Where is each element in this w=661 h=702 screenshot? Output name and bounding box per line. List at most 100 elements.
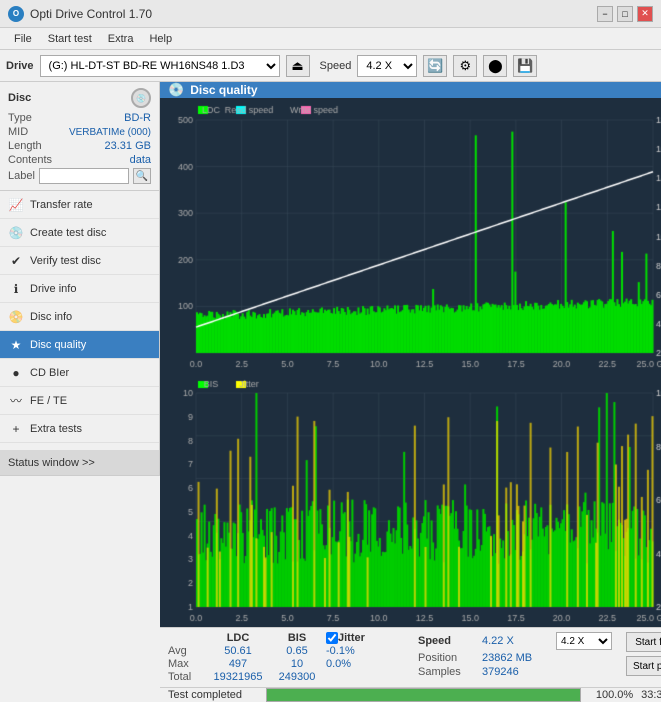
jitter-checkbox[interactable] — [326, 632, 338, 644]
sidebar-item-transfer-rate[interactable]: 📈 Transfer rate — [0, 191, 159, 219]
total-label: Total — [168, 671, 204, 683]
disc-label-button[interactable]: 🔍 — [133, 168, 151, 184]
close-button[interactable]: ✕ — [637, 6, 653, 22]
disc-icon: 💿 — [131, 88, 151, 108]
charts-container — [160, 98, 661, 627]
window-controls: − □ ✕ — [597, 6, 653, 22]
menubar: File Start test Extra Help — [0, 28, 661, 50]
save-button[interactable]: 💾 — [513, 55, 537, 77]
progress-time: 33:31 — [641, 689, 661, 701]
speed-display-select[interactable]: 4.2 X — [556, 632, 612, 650]
sidebar-label-verify-test-disc: Verify test disc — [30, 255, 101, 267]
app-icon: O — [8, 6, 24, 22]
disc-quality-title: Disc quality — [190, 83, 257, 97]
progress-fill — [267, 689, 580, 701]
menu-start-test[interactable]: Start test — [40, 31, 100, 47]
sidebar-label-fe-te: FE / TE — [30, 395, 67, 407]
mid-value: VERBATIMe (000) — [69, 127, 151, 138]
col-bis: BIS — [272, 632, 322, 644]
disc-quality-icon: ★ — [8, 337, 24, 353]
status-text: Test completed — [168, 689, 258, 701]
status-window-label: Status window >> — [8, 457, 95, 469]
sidebar-label-create-test-disc: Create test disc — [30, 227, 106, 239]
max-jitter: 0.0% — [326, 658, 406, 670]
bis-jitter-chart — [160, 373, 661, 627]
contents-value: data — [130, 154, 151, 166]
sidebar-label-disc-quality: Disc quality — [30, 339, 86, 351]
samples-label: Samples — [418, 666, 478, 678]
sidebar-item-disc-quality[interactable]: ★ Disc quality — [0, 331, 159, 359]
disc-section-label: Disc — [8, 92, 31, 104]
sidebar-item-fe-te[interactable]: 〰 FE / TE — [0, 387, 159, 415]
sidebar-item-extra-tests[interactable]: + Extra tests — [0, 415, 159, 443]
menu-help[interactable]: Help — [141, 31, 180, 47]
drive-select[interactable]: (G:) HL-DT-ST BD-RE WH16NS48 1.D3 — [40, 55, 280, 77]
ldc-chart — [160, 98, 661, 373]
disc-quality-header: 💿 Disc quality — [160, 82, 661, 98]
col-jitter: Jitter — [338, 632, 365, 644]
disc-label-input[interactable] — [39, 168, 129, 184]
samples-value: 379246 — [482, 666, 552, 678]
sidebar-label-extra-tests: Extra tests — [30, 423, 82, 435]
fe-te-icon: 〰 — [8, 393, 24, 409]
max-ldc: 497 — [208, 658, 268, 670]
sidebar-label-disc-info: Disc info — [30, 311, 72, 323]
status-window-button[interactable]: Status window >> — [0, 450, 159, 476]
col-speed: Speed — [418, 635, 478, 647]
menu-file[interactable]: File — [6, 31, 40, 47]
position-value: 23862 MB — [482, 652, 552, 664]
avg-jitter: -0.1% — [326, 645, 406, 657]
main-layout: Disc 💿 Type BD-R MID VERBATIMe (000) Len… — [0, 82, 661, 476]
drivebar: Drive (G:) HL-DT-ST BD-RE WH16NS48 1.D3 … — [0, 50, 661, 82]
total-ldc: 19321965 — [208, 671, 268, 683]
maximize-button[interactable]: □ — [617, 6, 633, 22]
speed-label: Speed — [320, 60, 352, 72]
position-label: Position — [418, 652, 478, 664]
max-label: Max — [168, 658, 204, 670]
sidebar-item-create-test-disc[interactable]: 💿 Create test disc — [0, 219, 159, 247]
avg-ldc: 50.61 — [208, 645, 268, 657]
refresh-button[interactable]: 🔄 — [423, 55, 447, 77]
length-value: 23.31 GB — [105, 140, 151, 152]
total-bis: 249300 — [272, 671, 322, 683]
sidebar-label-cd-bier: CD BIer — [30, 367, 69, 379]
disc-info-icon: 📀 — [8, 309, 24, 325]
eject-button[interactable]: ⏏ — [286, 55, 310, 77]
sidebar-item-cd-bier[interactable]: ● CD BIer — [0, 359, 159, 387]
sidebar-label-drive-info: Drive info — [30, 283, 76, 295]
record-button[interactable]: ⬤ — [483, 55, 507, 77]
col-ldc: LDC — [208, 632, 268, 644]
sidebar: Disc 💿 Type BD-R MID VERBATIMe (000) Len… — [0, 82, 160, 476]
drive-info-icon: ℹ — [8, 281, 24, 297]
contents-label: Contents — [8, 154, 52, 166]
sidebar-item-drive-info[interactable]: ℹ Drive info — [0, 275, 159, 303]
progress-bar-container: Test completed 100.0% 33:31 — [160, 687, 661, 702]
settings-button[interactable]: ⚙ — [453, 55, 477, 77]
speed-display: 4.22 X — [482, 635, 552, 647]
progress-track — [266, 688, 581, 702]
avg-label: Avg — [168, 645, 204, 657]
minimize-button[interactable]: − — [597, 6, 613, 22]
content-area: 💿 Disc quality LDC BIS Ji — [160, 82, 661, 476]
cd-bier-icon: ● — [8, 365, 24, 381]
titlebar: O Opti Drive Control 1.70 − □ ✕ — [0, 0, 661, 28]
sidebar-item-disc-info[interactable]: 📀 Disc info — [0, 303, 159, 331]
length-label: Length — [8, 140, 42, 152]
create-test-disc-icon: 💿 — [8, 225, 24, 241]
start-part-button[interactable]: Start part — [626, 656, 661, 676]
menu-extra[interactable]: Extra — [100, 31, 142, 47]
stats-bar: LDC BIS Jitter Avg 50.61 0.65 -0.1% Max … — [160, 627, 661, 687]
mid-label: MID — [8, 126, 28, 138]
start-full-button[interactable]: Start full — [626, 632, 661, 652]
max-bis: 10 — [272, 658, 322, 670]
transfer-rate-icon: 📈 — [8, 197, 24, 213]
speed-select[interactable]: 4.2 X — [357, 55, 417, 77]
progress-percent: 100.0% — [589, 689, 633, 701]
sidebar-item-verify-test-disc[interactable]: ✔ Verify test disc — [0, 247, 159, 275]
extra-tests-icon: + — [8, 421, 24, 437]
type-value: BD-R — [124, 112, 151, 124]
avg-bis: 0.65 — [272, 645, 322, 657]
sidebar-label-transfer-rate: Transfer rate — [30, 199, 93, 211]
disc-label-key: Label — [8, 170, 35, 182]
disc-panel: Disc 💿 Type BD-R MID VERBATIMe (000) Len… — [0, 82, 159, 191]
